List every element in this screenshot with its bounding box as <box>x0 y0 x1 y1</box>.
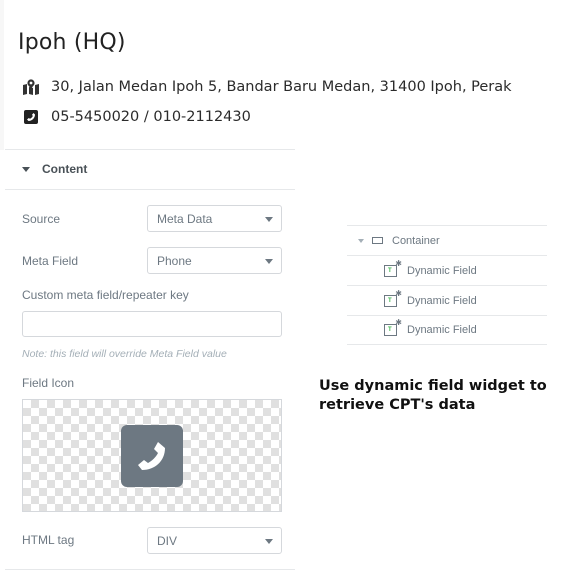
container-label: Container <box>392 234 440 247</box>
address-row: 30, Jalan Medan Ipoh 5, Bandar Baru Meda… <box>22 79 512 95</box>
dynamic-field-icon: T ✱ <box>384 319 402 336</box>
divider <box>5 569 295 570</box>
source-select[interactable]: Meta Data <box>147 205 282 232</box>
phone-text: 05-5450020 / 010-2112430 <box>51 109 251 125</box>
navigator-item[interactable]: T ✱ Dynamic Field <box>347 315 547 345</box>
meta-field-label: Meta Field <box>22 254 79 268</box>
chevron-down-icon <box>265 259 273 264</box>
map-marker-icon <box>22 79 40 95</box>
container-icon <box>372 237 383 244</box>
dynamic-field-icon: T ✱ <box>384 289 402 307</box>
html-tag-select[interactable]: DIV <box>147 527 282 554</box>
navigator-item-label: Dynamic Field <box>407 264 477 277</box>
html-tag-value: DIV <box>157 533 178 548</box>
meta-field-select[interactable]: Phone <box>147 247 282 274</box>
navigator-item-label: Dynamic Field <box>407 294 477 307</box>
navigator-item[interactable]: T ✱ Dynamic Field <box>347 255 547 285</box>
custom-key-label: Custom meta field/repeater key <box>22 288 189 302</box>
preview-edge <box>0 0 4 150</box>
navigator-item-label: Dynamic Field <box>407 324 477 336</box>
custom-key-note: Note: this field will override Meta Fiel… <box>22 348 227 360</box>
location-title: Ipoh (HQ) <box>18 30 126 55</box>
phone-square-icon[interactable] <box>121 425 183 487</box>
chevron-down-icon <box>265 217 273 222</box>
dynamic-field-icon: T ✱ <box>384 259 402 277</box>
meta-field-value: Phone <box>157 253 192 268</box>
source-value: Meta Data <box>157 211 213 226</box>
address-text: 30, Jalan Medan Ipoh 5, Bandar Baru Meda… <box>51 79 512 95</box>
divider <box>5 149 295 150</box>
section-title: Content <box>42 162 88 176</box>
source-label: Source <box>22 212 61 226</box>
caret-down-icon <box>22 166 30 172</box>
html-tag-label: HTML tag <box>22 533 75 547</box>
phone-square-icon <box>22 109 40 125</box>
field-icon-label: Field Icon <box>22 376 75 390</box>
section-toggle-content[interactable]: Content <box>22 162 87 176</box>
chevron-down-icon <box>265 539 273 544</box>
navigator-item[interactable]: T ✱ Dynamic Field <box>347 285 547 315</box>
custom-key-input[interactable] <box>22 311 282 337</box>
annotation-caption: Use dynamic field widget to retrieve CPT… <box>319 378 547 413</box>
navigator-tree: Container T ✱ Dynamic Field T ✱ Dynamic Fi… <box>347 225 547 345</box>
navigator-container-item[interactable]: Container <box>347 225 547 255</box>
preview-area: Ipoh (HQ) 30, Jalan Medan Ipoh 5, Bandar… <box>0 0 578 150</box>
phone-row: 05-5450020 / 010-2112430 <box>22 109 251 125</box>
caret-down-icon[interactable] <box>358 238 364 243</box>
divider <box>5 189 295 190</box>
